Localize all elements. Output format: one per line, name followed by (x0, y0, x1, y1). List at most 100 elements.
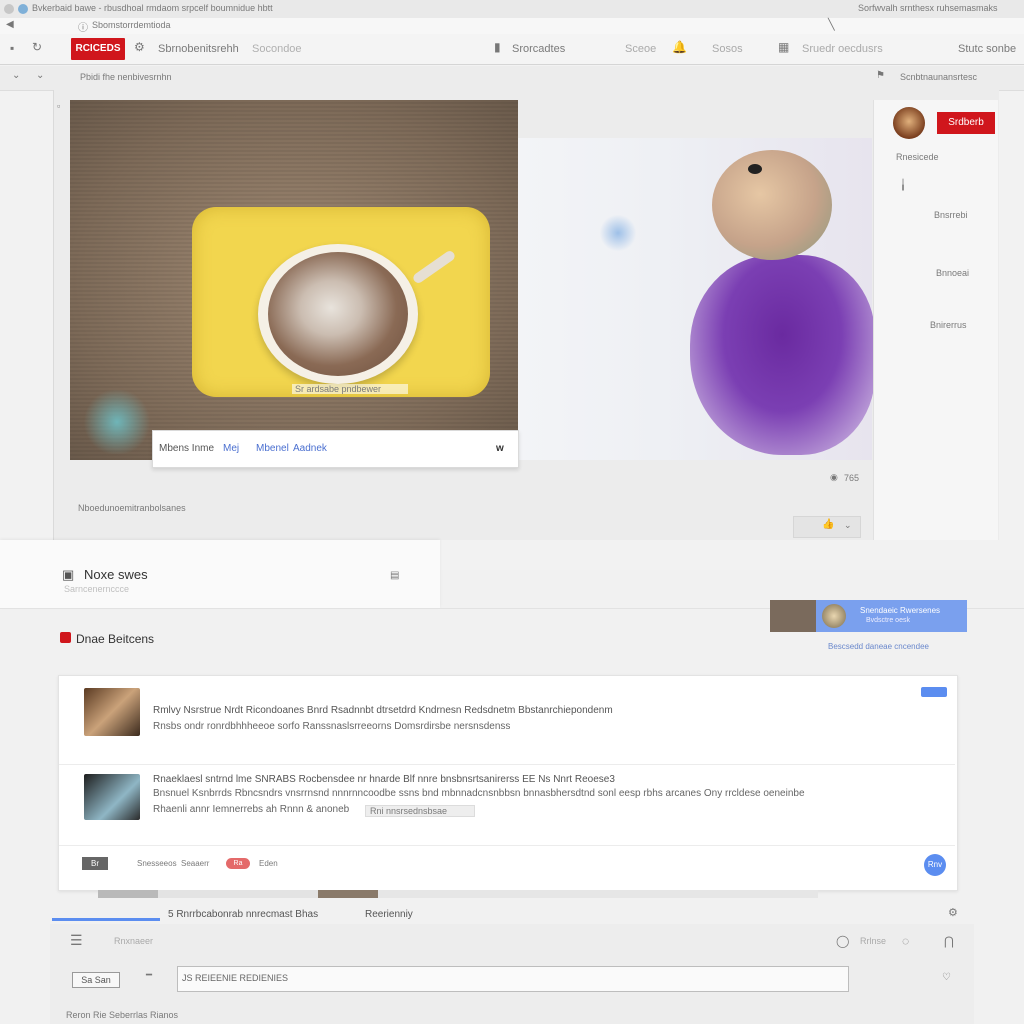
reply-button[interactable]: Br (82, 857, 108, 870)
circle-icon[interactable]: ◯ (836, 934, 849, 948)
sub-navigation: ⌄ ⌄ Pbidi fhe nenbivesrnhn ⚑ Scnbtnaunan… (0, 66, 1024, 91)
list-item[interactable]: Rnaeklaesl sntrnd lme SNRABS Rocbensdee … (59, 766, 955, 846)
toolbar-center-label[interactable]: Srorcadtes (512, 43, 582, 55)
footer-label-2: Seaaerr (181, 859, 210, 868)
action-circle-button[interactable]: Rnv (924, 854, 946, 876)
back-icon[interactable]: ◀ (6, 19, 14, 30)
channel-sidebar: Srdberb Rnesicede ╽ Bnsrrebi Bnnoeai Bni… (873, 100, 998, 540)
toolbar-item-b[interactable]: Sosos (712, 43, 752, 55)
eye-icon: ◉ (830, 472, 838, 482)
list-item[interactable]: Rmlvy Nsrstrue Nrdt Ricondoanes Bnrd Rsa… (59, 676, 955, 766)
dash-icon: ━ (146, 970, 153, 981)
caption-link-3[interactable]: Aadnek (293, 443, 327, 454)
camera-icon: ▣ (62, 567, 75, 582)
footer-label-1: Snesseeos (137, 859, 177, 868)
flag-icon[interactable]: ⚑ (876, 70, 885, 81)
browser-icon (18, 4, 28, 14)
caption-link-2[interactable]: Mbenel (256, 443, 289, 454)
chevron-icon-2[interactable]: ⌄ (36, 70, 44, 81)
section-title: Noxe swes (84, 567, 148, 582)
settings-icon[interactable]: ⚙ (948, 906, 958, 919)
comment-chip[interactable]: Rni nnsrsednsbsae (365, 805, 475, 817)
caption-close-icon[interactable]: w (496, 443, 504, 454)
brand-logo-button[interactable]: RCICEDS (71, 38, 125, 60)
gear-icon[interactable]: ⚙ (134, 40, 145, 54)
caption-main: Mbens Inme (159, 443, 215, 454)
comment-text-line-1: Rnaeklaesl sntrnd lme SNRABS Rocbensdee … (153, 774, 615, 785)
section-hint: Sarncenernccce (64, 584, 130, 594)
refresh-icon[interactable]: ↻ (32, 40, 42, 54)
chevron-icon[interactable]: ⌄ (12, 70, 20, 81)
comment-text-line-2: Rnsbs ondr ronrdbhhheeoe sorfo Ranssnasl… (153, 721, 511, 732)
toolbar-item-a[interactable]: Sceoe (625, 43, 665, 55)
panel-corner-icon: ▫ (57, 101, 61, 111)
comment-thumbnail[interactable] (84, 688, 140, 736)
ad-link[interactable]: Bescsedd daneae cncendee (828, 642, 958, 651)
menu-icon[interactable]: ▪ (10, 41, 14, 55)
expand-icon[interactable]: ▤ (390, 570, 399, 581)
info-icon[interactable]: ⓘ (78, 19, 88, 34)
comment-text-line-2: Bnsnuel Ksnbrrds Rbncsndrs vnsrrnsnd nnn… (153, 788, 805, 799)
divider-icon: ╲ (828, 19, 835, 31)
ad-text: Snendaeic Rwersenes (860, 606, 941, 615)
app-toolbar: ▪ ↻ RCICEDS ⚙ Sbrnobenitsrehh Socondoe ▮… (0, 34, 1024, 65)
small-button[interactable]: Sa San (72, 972, 120, 988)
status-badge[interactable]: Ra (226, 858, 250, 869)
section-header-card: ▣ Noxe swes Sarncenernccce ▤ (0, 540, 440, 608)
window-status: Sorfwvalh srnthesx ruhsemasmaks (858, 3, 998, 13)
bird-eye-image (748, 164, 762, 174)
tab-comments[interactable]: 5 Rnrrbcabonrab nnrecmast Bhas (168, 909, 348, 920)
thumb-icon[interactable]: 👍 (822, 519, 834, 530)
chevron-down-icon[interactable]: ⌄ (844, 520, 852, 531)
list-icon[interactable]: ☰ (70, 932, 83, 949)
ad-banner[interactable]: Snendaeic Rwersenes Bvdsctre oesk (770, 600, 967, 632)
comments-icon (60, 632, 71, 643)
latte-art-image (268, 252, 408, 376)
pin-icon[interactable]: ⋂ (944, 934, 954, 948)
ad-subtext: Bvdsctre oesk (866, 617, 910, 624)
toolbar-far-right[interactable]: Stutc sonbe (958, 43, 1024, 55)
bird-head-image (712, 150, 832, 260)
heart-icon[interactable]: ♡ (942, 972, 951, 983)
bottom-right-label: Rrlnse (860, 936, 887, 946)
search-hint: Socondoe (252, 43, 302, 55)
address-bar[interactable]: Sbomstorrdemtioda (92, 20, 352, 30)
teal-object-image (82, 390, 152, 454)
grid-icon[interactable]: ▦ (778, 40, 789, 54)
bell-icon[interactable]: 🔔 (672, 40, 687, 54)
cup-label: Sr ardsabe pndbewer (292, 384, 408, 394)
ad-thumbnail (822, 604, 846, 628)
subbar-right-text[interactable]: Scnbtnaunansrtesc (900, 72, 1010, 82)
bottom-left-label: Rnxnaeer (114, 936, 154, 946)
subscribe-button[interactable]: Srdberb (937, 112, 995, 134)
active-tab-indicator (52, 918, 160, 921)
sidebar-item-3[interactable]: Bnirerrus (930, 320, 990, 330)
subbar-left-text[interactable]: Pbidi fhe nenbivesrnhn (80, 72, 260, 82)
separator-icon: ▮ (494, 40, 501, 54)
comment-thumbnail[interactable] (84, 774, 140, 820)
view-count: 765 (844, 473, 860, 483)
comment-input[interactable]: JS REIEENIE REDIENIES (177, 966, 849, 992)
pin-icon: ╽ (900, 180, 907, 191)
channel-name[interactable]: Rnesicede (896, 152, 956, 162)
channel-avatar[interactable] (893, 107, 925, 139)
comment-text-line-3: Rhaenli annr Iemnerrebs ah Rnnn & anoneb (153, 804, 350, 815)
window-title-bar: Bvkerbaid bawe - rbusdhoal rmdaom srpcel… (0, 0, 1024, 19)
comments-list: Rmlvy Nsrstrue Nrdt Ricondoanes Bnrd Rsa… (58, 675, 958, 891)
sidebar-item-1[interactable]: Bnsrrebi (934, 210, 994, 220)
divider (59, 845, 955, 846)
tab-recent[interactable]: Reerienniy (365, 909, 435, 920)
blue-blob-image (600, 214, 636, 252)
comment-text-line-1: Rmlvy Nsrstrue Nrdt Ricondoanes Bnrd Rsa… (153, 705, 613, 716)
caption-link-1[interactable]: Mej (223, 443, 239, 454)
toolbar-right-text[interactable]: Sruedr oecdusrs (802, 43, 922, 55)
search-input[interactable]: Sbrnobenitsrehh (158, 43, 253, 55)
window-control-icon[interactable] (4, 4, 14, 14)
sidebar-item-2[interactable]: Bnnoeai (936, 268, 996, 278)
like-dislike-control[interactable]: 👍 ⌄ (793, 516, 861, 538)
video-below-text: Nboedunoemitranbolsanes (78, 503, 186, 513)
comments-title: Dnae Beitcens (76, 632, 155, 646)
filmstrip (98, 890, 818, 898)
lightbulb-icon[interactable]: ◌ (902, 934, 909, 948)
address-row: ◀ ⓘ Sbomstorrdemtioda ╲ (0, 18, 1024, 35)
